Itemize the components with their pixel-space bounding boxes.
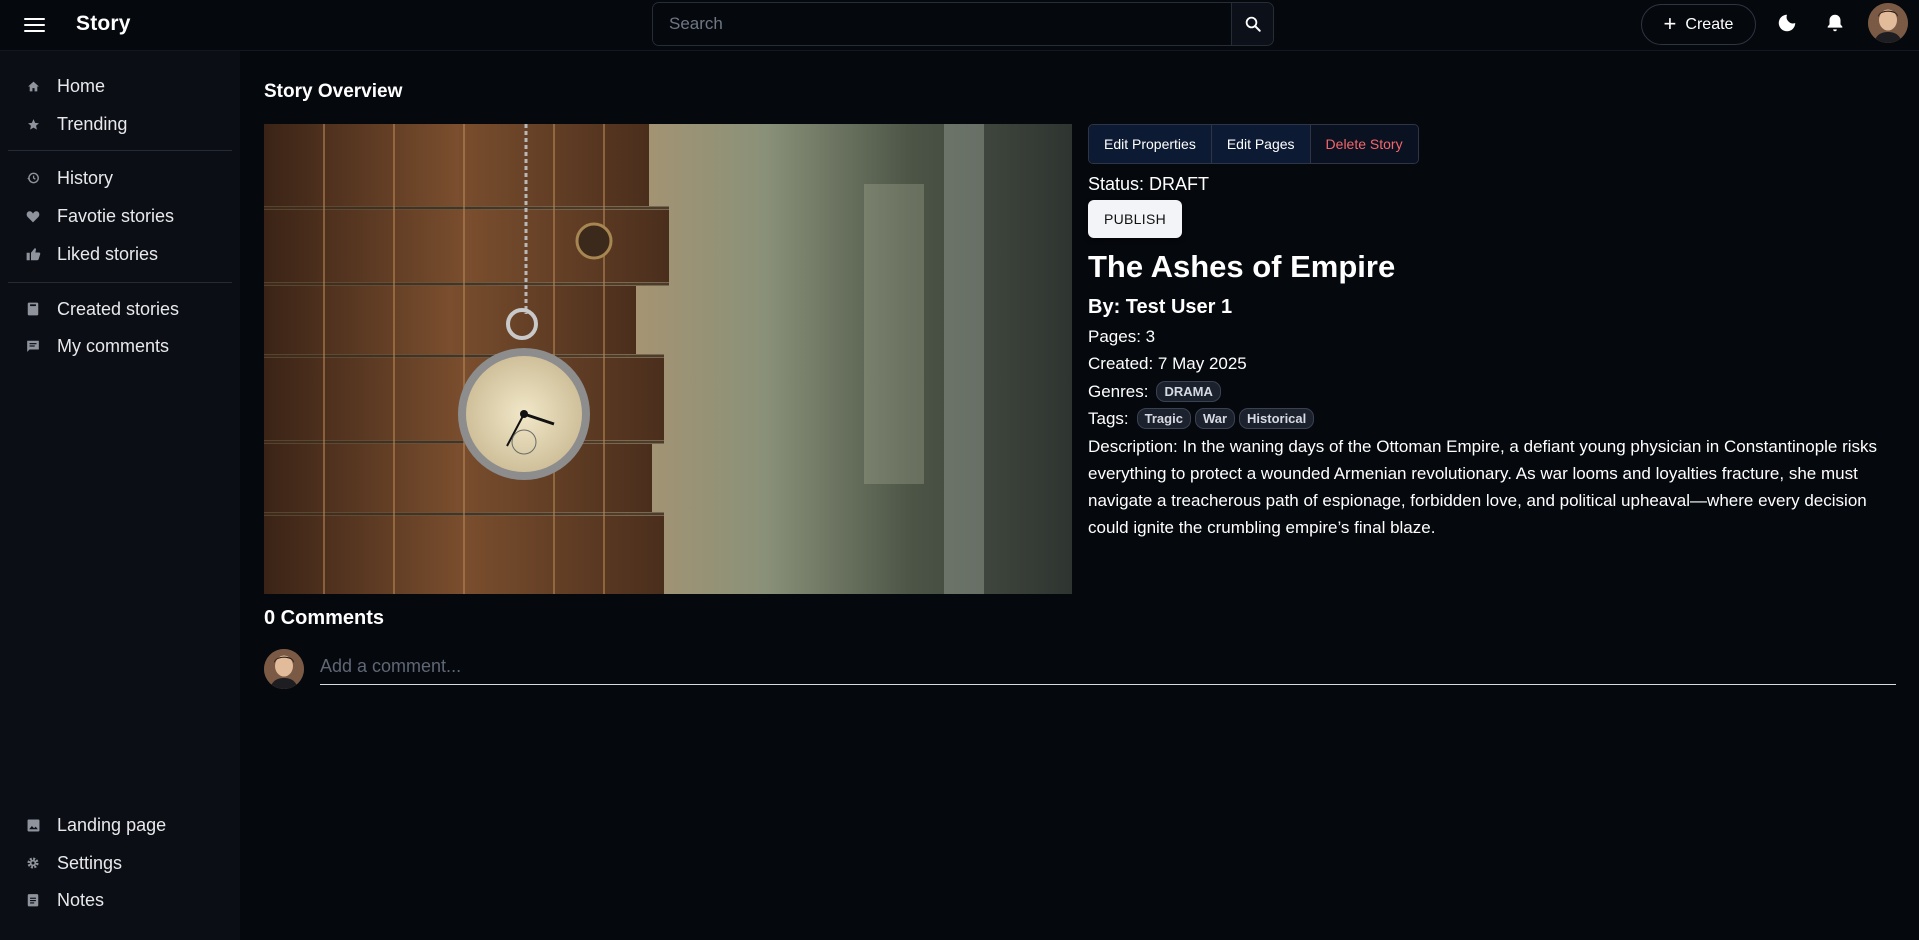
bell-icon — [1827, 14, 1843, 32]
sidebar-item-label: Settings — [57, 852, 123, 873]
sidebar-item-label: Landing page — [57, 814, 167, 835]
sidebar-item-label: Home — [57, 75, 106, 96]
sidebar-item-created-stories[interactable]: Created stories — [10, 293, 230, 325]
comment-user-avatar — [264, 649, 304, 689]
add-comment-input[interactable] — [320, 652, 1896, 685]
sidebar-item-landing-page[interactable]: Landing page — [10, 809, 230, 841]
sidebar-item-label: Trending — [57, 113, 128, 134]
story-status: Status: DRAFT — [1088, 174, 1210, 194]
history-icon — [24, 171, 42, 185]
genre-chip: DRAMA — [1156, 381, 1221, 402]
home-icon — [24, 80, 42, 93]
story-actions: Edit Properties Edit Pages Delete Story — [1088, 124, 1419, 164]
sidebar-item-label: My comments — [57, 335, 170, 356]
story-created-date: Created: 7 May 2025 — [1088, 354, 1247, 373]
sidebar-item-label: Created stories — [57, 298, 180, 319]
publish-button[interactable]: PUBLISH — [1088, 200, 1182, 238]
search-icon — [1245, 16, 1261, 32]
thumbs-up-icon — [24, 247, 42, 261]
tag-chip: Tragic — [1136, 408, 1191, 429]
comments-count: 0 Comments — [264, 607, 385, 629]
sidebar: Home Trending History Favotie stories Li… — [0, 51, 240, 940]
sidebar-item-label: History — [57, 167, 114, 188]
story-description: Description: In the waning days of the O… — [1088, 437, 1878, 537]
dark-mode-toggle[interactable] — [1776, 12, 1800, 36]
sidebar-item-home[interactable]: Home — [10, 70, 230, 102]
edit-properties-button[interactable]: Edit Properties — [1089, 125, 1212, 163]
notifications-button[interactable] — [1824, 12, 1848, 36]
search-button[interactable] — [1231, 3, 1273, 45]
tag-chip: Historical — [1239, 408, 1315, 429]
create-button[interactable]: + Create — [1641, 4, 1756, 45]
sidebar-item-notes[interactable]: Notes — [10, 884, 230, 916]
search-input[interactable] — [653, 3, 1231, 45]
search-bar — [652, 2, 1274, 46]
sidebar-item-favorite-stories[interactable]: Favotie stories — [10, 200, 230, 232]
story-title: The Ashes of Empire — [1088, 249, 1396, 284]
story-tags: Tags: Tragic War Historical — [1088, 408, 1315, 429]
plus-icon: + — [1663, 10, 1677, 36]
sidebar-divider — [8, 282, 232, 283]
sidebar-divider — [8, 150, 232, 151]
star-icon — [24, 118, 42, 131]
sidebar-item-label: Liked stories — [57, 243, 159, 264]
page-title: Story Overview — [264, 81, 403, 102]
sidebar-item-trending[interactable]: Trending — [10, 108, 230, 140]
edit-pages-button[interactable]: Edit Pages — [1211, 125, 1311, 163]
sidebar-item-label: Notes — [57, 889, 105, 910]
gear-icon — [24, 856, 42, 870]
heart-icon — [24, 210, 42, 223]
user-avatar[interactable] — [1868, 3, 1908, 43]
sidebar-item-history[interactable]: History — [10, 162, 230, 194]
sidebar-item-liked-stories[interactable]: Liked stories — [10, 238, 230, 270]
story-cover-image — [264, 124, 1072, 594]
sidebar-item-settings[interactable]: Settings — [10, 847, 230, 879]
comment-icon — [24, 339, 42, 353]
top-bar: Story + Create — [0, 0, 1919, 51]
note-icon — [24, 893, 42, 907]
story-pages: Pages: 3 — [1088, 327, 1156, 346]
story-author: By: Test User 1 — [1088, 296, 1233, 318]
sidebar-item-label: Favotie stories — [57, 205, 175, 226]
tags-label: Tags: — [1088, 408, 1129, 428]
story-genres: Genres: DRAMA — [1088, 381, 1221, 402]
create-label: Create — [1685, 15, 1734, 33]
genres-label: Genres: — [1088, 381, 1149, 401]
sidebar-item-my-comments[interactable]: My comments — [10, 330, 230, 362]
tag-chip: War — [1194, 408, 1236, 429]
image-icon — [24, 819, 42, 832]
hamburger-menu-icon[interactable] — [22, 14, 48, 36]
brand-title[interactable]: Story — [76, 12, 131, 36]
book-icon — [24, 302, 42, 316]
moon-icon — [1778, 14, 1796, 32]
delete-story-button[interactable]: Delete Story — [1310, 125, 1418, 163]
